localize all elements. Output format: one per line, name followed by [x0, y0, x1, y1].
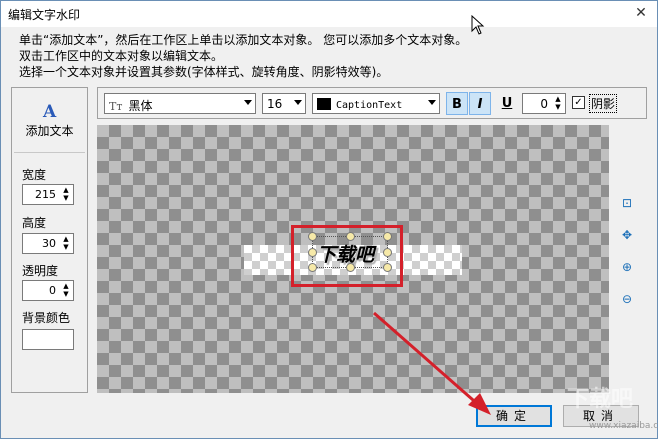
height-spinner[interactable]: 30 ▲ ▼: [22, 233, 74, 254]
highlight-box: [291, 225, 403, 287]
chevron-down-icon: [294, 100, 302, 105]
text-color-select[interactable]: CaptionText: [312, 93, 440, 114]
ok-button[interactable]: 确定: [476, 405, 552, 427]
instructions: 单击“添加文本”，然后在工作区上单击以添加文本对象。 您可以添加多个文本对象。 …: [19, 32, 467, 80]
site-watermark-logo: 下载吧: [567, 387, 634, 412]
instruction-line: 单击“添加文本”，然后在工作区上单击以添加文本对象。 您可以添加多个文本对象。: [19, 33, 468, 47]
background-color-picker[interactable]: [22, 329, 74, 350]
spinner-arrows-icon[interactable]: ▲ ▼: [552, 95, 564, 112]
zoom-out-icon[interactable]: ⊖: [617, 289, 637, 309]
font-icon: Tт: [109, 100, 123, 113]
bold-button[interactable]: B: [446, 92, 468, 115]
spinner-arrows-icon[interactable]: ▲ ▼: [60, 282, 72, 299]
font-size-select[interactable]: 16: [262, 93, 306, 114]
opacity-spinner[interactable]: 0 ▲ ▼: [22, 280, 74, 301]
site-watermark-url: www.xiazaiba.com: [589, 421, 658, 431]
edit-text-watermark-dialog: 编辑文字水印 ✕ 单击“添加文本”，然后在工作区上单击以添加文本对象。 您可以添…: [0, 0, 658, 439]
width-value: 215: [35, 188, 56, 201]
opacity-label: 透明度: [22, 264, 59, 278]
height-label: 高度: [22, 216, 47, 230]
width-spinner[interactable]: 215 ▲ ▼: [22, 184, 74, 205]
divider: [14, 152, 85, 153]
font-family-select[interactable]: Tт 黑体: [104, 93, 256, 114]
shadow-label[interactable]: 阴影: [589, 94, 618, 113]
title-bar: 编辑文字水印 ✕: [1, 1, 657, 27]
chevron-down-icon: [428, 100, 436, 105]
background-color-label: 背景颜色: [22, 311, 71, 325]
font-family-value: 黑体: [128, 99, 153, 113]
opacity-value: 0: [49, 284, 56, 297]
height-value: 30: [42, 237, 56, 250]
rotation-spinner[interactable]: 0 ▲ ▼: [522, 93, 566, 114]
spinner-arrows-icon[interactable]: ▲ ▼: [60, 186, 72, 203]
instruction-line: 双击工作区中的文本对象以编辑文本。: [19, 49, 224, 63]
text-properties-panel: A 添加文本 宽度 215 ▲ ▼ 高度 30 ▲ ▼ 透明度 0 ▲ ▼ 背景颜色: [11, 87, 88, 393]
watermark-workspace[interactable]: 下载吧: [97, 125, 609, 393]
rotation-value: 0: [540, 97, 548, 111]
underline-button[interactable]: U: [496, 92, 518, 115]
spinner-arrows-icon[interactable]: ▲ ▼: [60, 235, 72, 252]
fit-view-icon[interactable]: ⊡: [617, 193, 637, 213]
text-a-icon: A: [43, 102, 57, 122]
close-icon[interactable]: ✕: [631, 3, 651, 23]
width-label: 宽度: [22, 168, 47, 182]
zoom-in-icon[interactable]: ⊕: [617, 257, 637, 277]
pan-icon[interactable]: ✥: [617, 225, 637, 245]
shadow-checkbox[interactable]: ✓: [572, 96, 585, 109]
color-swatch: [317, 98, 331, 110]
italic-button[interactable]: I: [469, 92, 491, 115]
add-text-button[interactable]: A 添加文本: [14, 90, 85, 146]
chevron-down-icon: [244, 100, 252, 105]
format-toolbar: Tт 黑体 16 CaptionText B I U 0 ▲ ▼ ✓ 阴影: [97, 87, 647, 119]
text-color-value: CaptionText: [336, 100, 403, 111]
font-size-value: 16: [267, 97, 283, 111]
add-text-label: 添加文本: [25, 124, 74, 138]
mouse-cursor-icon: [471, 15, 485, 35]
dialog-title: 编辑文字水印: [8, 8, 81, 22]
instruction-line: 选择一个文本对象并设置其参数(字体样式、旋转角度、阴影特效等)。: [19, 65, 389, 79]
